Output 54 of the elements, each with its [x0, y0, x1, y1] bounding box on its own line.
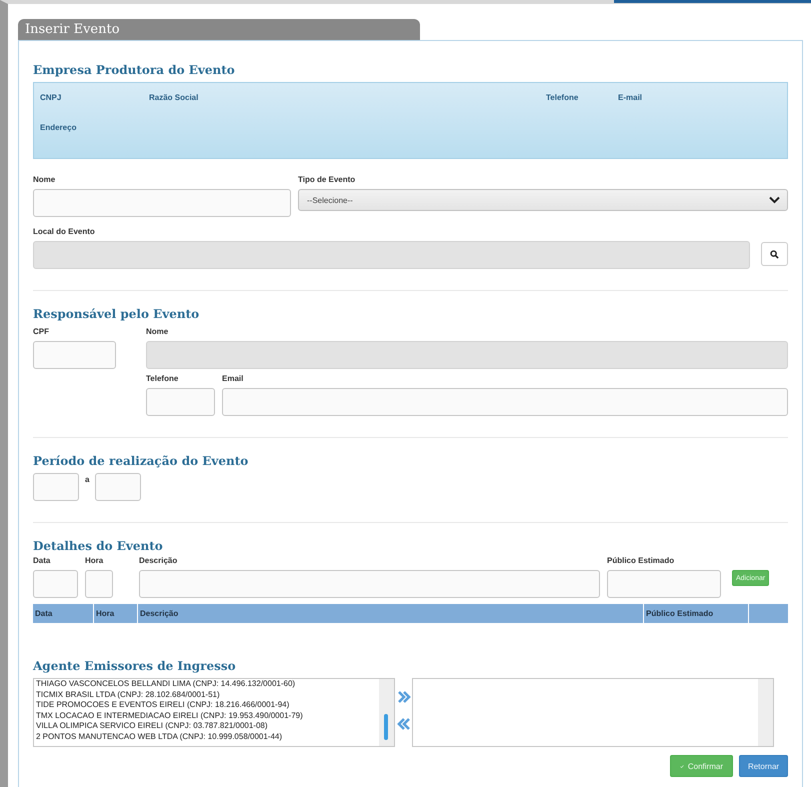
list-item[interactable]: THIAGO VASCONCELOS BELLANDI LIMA (CNPJ: 14.496.132/0001-60)	[36, 679, 379, 690]
input-field[interactable]	[95, 473, 142, 501]
section-heading: Detalhes do Evento	[33, 538, 164, 555]
window-title: Inserir Evento	[18, 19, 420, 40]
field-label: Razão Social	[149, 93, 200, 102]
section-heading: Responsável pelo Evento	[33, 306, 200, 323]
field-label: Telefone	[146, 374, 180, 384]
separator-label: a	[85, 475, 90, 485]
field-label: Público Estimado	[607, 556, 676, 566]
list-item[interactable]: TIDE PROMOCOES E EVENTOS EIRELI (CNPJ: 18.216.466/0001-94)	[36, 700, 379, 710]
input-field[interactable]	[139, 570, 600, 598]
input-field[interactable]	[146, 388, 215, 416]
input-field[interactable]	[607, 570, 721, 598]
column-header: Data	[33, 604, 94, 623]
checkmark-icon	[680, 762, 684, 770]
section-heading: Período de realização do Evento	[33, 453, 250, 470]
field-label: Nome	[146, 327, 170, 337]
field-label: CPF	[33, 327, 50, 337]
input-field[interactable]	[85, 570, 113, 598]
field-label: E-mail	[618, 93, 642, 102]
section-heading: Agente Emissores de Ingresso	[33, 658, 237, 675]
type-dropdown[interactable]: --Selecione--	[298, 189, 788, 211]
search-icon	[770, 250, 779, 258]
field-label: Email	[222, 374, 244, 384]
scrollbar-thumb[interactable]	[384, 714, 388, 740]
field-label: CNPJ	[40, 93, 62, 102]
input-field[interactable]	[33, 570, 78, 598]
field-label: Tipo de Evento	[298, 175, 356, 185]
input-field[interactable]	[33, 473, 79, 501]
field-label: Data	[33, 556, 52, 566]
field-label: Endereço	[40, 123, 78, 132]
input-field[interactable]	[33, 189, 291, 217]
scrollbar	[758, 679, 773, 746]
column-header: Descrição	[138, 604, 644, 623]
list-item[interactable]: TMX LOCACAO E INTERMEDIACAO EIRELI (CNPJ: 19.953.490/0001-79)	[36, 710, 379, 721]
list-item[interactable]: 2 PONTOS MANUTENCAO WEB LTDA (CNPJ: 10.999.058/0001-44)	[36, 732, 379, 742]
column-header: Hora	[94, 604, 138, 623]
field-label: Telefone	[546, 93, 580, 102]
list-item[interactable]: TICMIX BRASIL LTDA (CNPJ: 28.102.684/0001-51)	[36, 690, 379, 700]
agents-listbox[interactable]	[33, 678, 395, 747]
search-button[interactable]	[761, 242, 788, 266]
input-field[interactable]	[33, 341, 116, 369]
field-label: Hora	[85, 556, 104, 566]
double-chevron-right-icon[interactable]	[396, 690, 410, 704]
input-field[interactable]	[222, 388, 788, 416]
column-header: Público Estimado	[644, 604, 749, 623]
field-label: Local do Evento	[33, 227, 96, 237]
double-chevron-left-icon[interactable]	[396, 717, 410, 731]
field-label: Nome	[33, 175, 56, 185]
section-heading: Empresa Produtora do Evento	[33, 62, 236, 79]
list-item[interactable]: VILLA OLIMPICA SERVICO EIRELI (CNPJ: 03.787.821/0001-08)	[36, 721, 379, 732]
caret-icon	[769, 196, 780, 204]
field-label: Descrição	[139, 556, 178, 566]
selected-agents-listbox[interactable]	[412, 678, 774, 747]
